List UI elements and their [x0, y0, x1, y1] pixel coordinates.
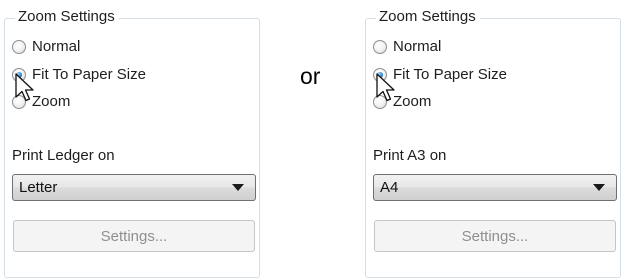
radio-fit-to-paper-size-label: Fit To Paper Size — [32, 66, 146, 83]
zoom-settings-panel-a3: Zoom Settings Normal Fit To Paper Size Z… — [361, 0, 621, 278]
paper-size-value: A4 — [380, 178, 399, 196]
arrow-pointer-icon — [15, 73, 34, 102]
radio-normal-label: Normal — [32, 38, 81, 55]
radio-normal-circle[interactable] — [12, 40, 26, 54]
radio-normal[interactable]: Normal — [373, 37, 441, 57]
paper-size-dropdown[interactable]: A4 — [373, 174, 617, 201]
settings-button[interactable]: Settings... — [374, 220, 616, 252]
group-title: Zoom Settings — [15, 7, 119, 27]
paper-size-value: Letter — [19, 178, 58, 196]
chevron-down-icon[interactable] — [593, 184, 605, 191]
group-title: Zoom Settings — [376, 7, 480, 27]
radio-normal-label: Normal — [393, 38, 442, 55]
chevron-down-icon[interactable] — [232, 184, 244, 191]
or-separator: or — [300, 63, 321, 89]
paper-size-dropdown[interactable]: Letter — [12, 174, 256, 201]
print-paper-label: Print A3 on — [373, 147, 447, 164]
print-paper-label: Print Ledger on — [12, 147, 115, 164]
zoom-settings-panel-ledger: Zoom Settings Normal Fit To Paper Size Z… — [0, 0, 262, 278]
radio-fit-to-paper-size-label: Fit To Paper Size — [393, 66, 507, 83]
settings-button[interactable]: Settings... — [13, 220, 255, 252]
arrow-pointer-icon — [376, 73, 395, 102]
radio-normal-circle[interactable] — [373, 40, 387, 54]
radio-normal[interactable]: Normal — [12, 37, 80, 57]
